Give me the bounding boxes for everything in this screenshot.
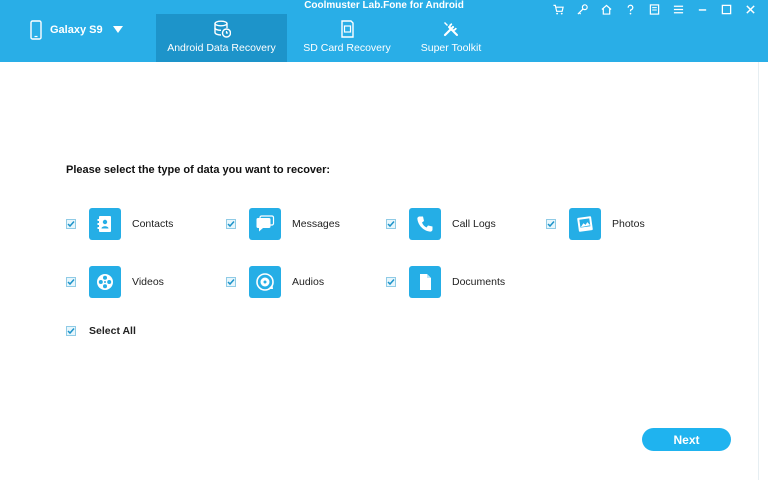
documents-tile	[409, 266, 441, 298]
tools-icon	[443, 22, 458, 37]
data-type-call-logs[interactable]: Call Logs	[386, 208, 496, 240]
audios-checkbox[interactable]	[226, 277, 236, 287]
call-logs-checkbox[interactable]	[386, 219, 396, 229]
tab-sd-card-recovery[interactable]: SD Card Recovery	[296, 14, 398, 62]
messages-tile	[249, 208, 281, 240]
phone-icon	[30, 20, 42, 40]
documents-label: Documents	[452, 276, 506, 288]
help-icon	[627, 4, 633, 14]
home-button[interactable]	[594, 0, 618, 18]
call-logs-tile	[409, 208, 441, 240]
data-type-messages[interactable]: Messages	[226, 208, 340, 240]
sd-card-icon	[341, 20, 354, 38]
device-name: Galaxy S9	[50, 24, 103, 36]
feedback-icon	[649, 3, 659, 15]
menu-icon	[673, 5, 683, 13]
select-all-label: Select All	[89, 325, 136, 337]
select-all-checkbox[interactable]	[66, 326, 76, 336]
checkmark-icon	[387, 221, 395, 228]
documents-icon	[420, 274, 431, 290]
minimize-button[interactable]	[690, 0, 714, 18]
cart-icon	[552, 4, 564, 15]
videos-icon	[97, 274, 113, 290]
window-border	[758, 62, 759, 480]
contacts-checkbox[interactable]	[66, 219, 76, 229]
home-icon	[601, 4, 611, 15]
tab-super-toolkit[interactable]: Super Toolkit	[412, 14, 490, 62]
videos-checkbox[interactable]	[66, 277, 76, 287]
documents-checkbox[interactable]	[386, 277, 396, 287]
messages-label: Messages	[292, 218, 340, 230]
tab-label: Super Toolkit	[420, 42, 482, 54]
register-button[interactable]	[570, 0, 594, 18]
cart-button[interactable]	[546, 0, 570, 18]
data-type-documents[interactable]: Documents	[386, 266, 505, 298]
help-button[interactable]	[618, 0, 642, 18]
data-type-videos[interactable]: Videos	[66, 266, 164, 298]
checkmark-icon	[67, 279, 75, 286]
call-logs-label: Call Logs	[452, 218, 496, 230]
photos-label: Photos	[612, 218, 645, 230]
title-bar: Coolmuster Lab.Fone for Android Galaxy S…	[0, 0, 768, 62]
next-button[interactable]: Next	[642, 428, 731, 451]
recover-prompt: Please select the type of data you want …	[66, 164, 331, 176]
tab-label: SD Card Recovery	[303, 42, 391, 54]
checkmark-icon	[67, 221, 75, 228]
checkmark-icon	[67, 328, 75, 335]
database-clock-icon	[213, 20, 231, 38]
minimize-icon	[698, 8, 706, 11]
videos-tile	[89, 266, 121, 298]
checkmark-icon	[547, 221, 555, 228]
contacts-label: Contacts	[132, 218, 174, 230]
call-logs-icon	[417, 216, 433, 232]
data-type-photos[interactable]: Photos	[546, 208, 645, 240]
close-icon	[745, 4, 755, 14]
checkmark-icon	[387, 279, 395, 286]
window-controls	[546, 0, 762, 18]
photos-tile	[569, 208, 601, 240]
checkmark-icon	[227, 221, 235, 228]
device-selector[interactable]: Galaxy S9	[30, 17, 123, 43]
tab-label: Android Data Recovery	[167, 42, 276, 54]
menu-button[interactable]	[666, 0, 690, 18]
contacts-tile	[89, 208, 121, 240]
key-icon	[576, 3, 588, 15]
restore-button[interactable]	[714, 0, 738, 18]
data-type-contacts[interactable]: Contacts	[66, 208, 173, 240]
audios-icon	[256, 273, 274, 291]
photos-icon	[577, 216, 593, 232]
contacts-icon	[97, 216, 111, 232]
chevron-down-icon[interactable]	[112, 26, 123, 34]
checkmark-icon	[227, 279, 235, 286]
feedback-button[interactable]	[642, 0, 666, 18]
restore-icon	[721, 4, 731, 14]
close-button[interactable]	[738, 0, 762, 18]
tab-android-data-recovery[interactable]: Android Data Recovery	[156, 14, 287, 62]
audios-label: Audios	[292, 276, 325, 288]
photos-checkbox[interactable]	[546, 219, 556, 229]
select-all[interactable]: Select All	[66, 325, 136, 337]
messages-icon	[256, 215, 275, 232]
videos-label: Videos	[132, 276, 164, 288]
data-type-audios[interactable]: Audios	[226, 266, 324, 298]
messages-checkbox[interactable]	[226, 219, 236, 229]
audios-tile	[249, 266, 281, 298]
